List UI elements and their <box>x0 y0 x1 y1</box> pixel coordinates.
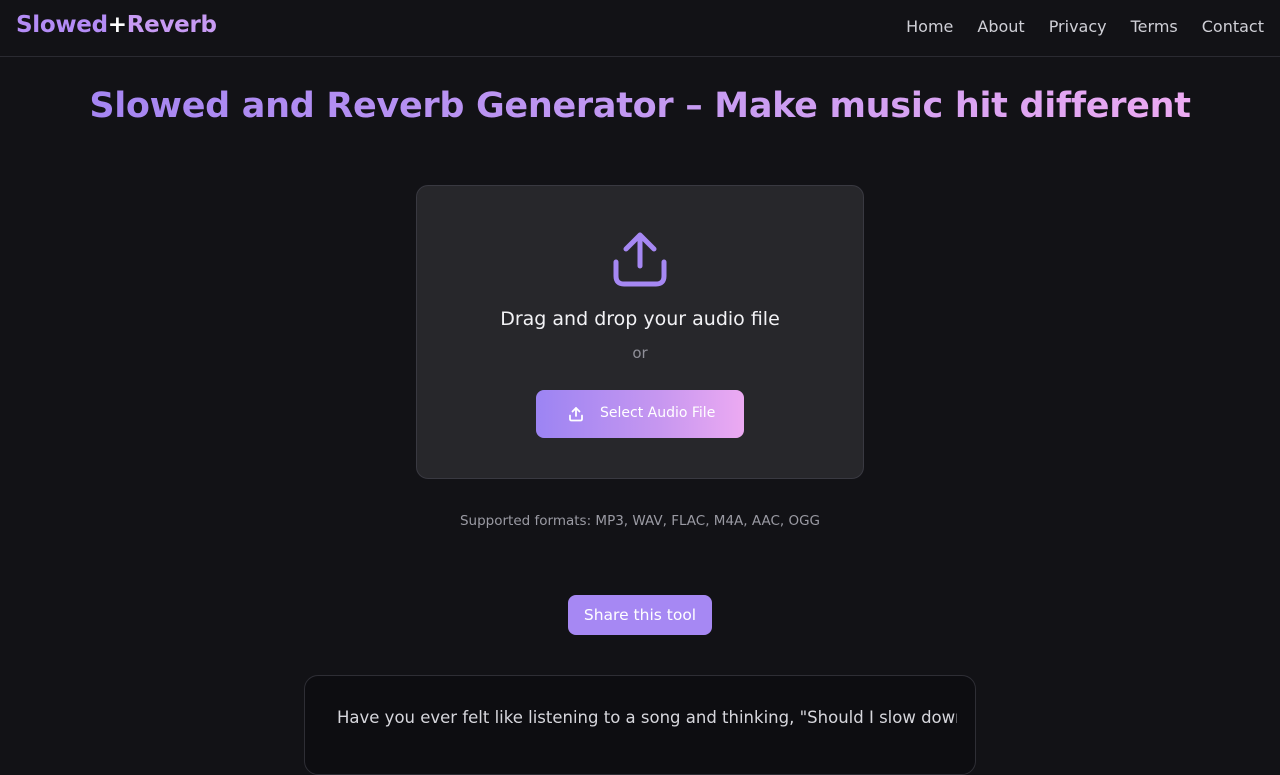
select-audio-file-label: Select Audio File <box>600 405 716 421</box>
select-audio-file-button[interactable]: Select Audio File <box>536 390 744 438</box>
logo-text-slowed: Slowed <box>16 12 108 38</box>
logo-text-reverb: Reverb <box>126 12 217 38</box>
article-card: Have you ever felt like listening to a s… <box>304 675 976 775</box>
upload-icon <box>613 232 667 287</box>
dropzone-heading: Drag and drop your audio file <box>500 308 780 330</box>
page-title-text: Slowed and Reverb Generator – Make music… <box>89 86 1191 126</box>
nav-link-home[interactable]: Home <box>906 17 953 36</box>
share-tool-button[interactable]: Share this tool <box>568 595 712 635</box>
article-intro-text: Have you ever felt like listening to a s… <box>337 708 957 727</box>
dropzone-or-text: or <box>632 344 648 362</box>
main-nav: Home About Privacy Terms Contact <box>906 17 1264 36</box>
site-logo[interactable]: Slowed+Reverb <box>16 12 217 38</box>
nav-link-contact[interactable]: Contact <box>1202 17 1264 36</box>
logo-plus: + <box>107 12 127 38</box>
page-title: Slowed and Reverb Generator – Make music… <box>0 86 1280 126</box>
supported-formats-text: Supported formats: MP3, WAV, FLAC, M4A, … <box>459 513 821 529</box>
nav-link-privacy[interactable]: Privacy <box>1049 17 1107 36</box>
nav-link-about[interactable]: About <box>977 17 1024 36</box>
top-navbar: Slowed+Reverb Home About Privacy Terms C… <box>0 0 1280 57</box>
upload-small-icon <box>569 407 583 422</box>
nav-link-terms[interactable]: Terms <box>1131 17 1178 36</box>
audio-dropzone[interactable]: Drag and drop your audio file or Select … <box>416 185 864 479</box>
